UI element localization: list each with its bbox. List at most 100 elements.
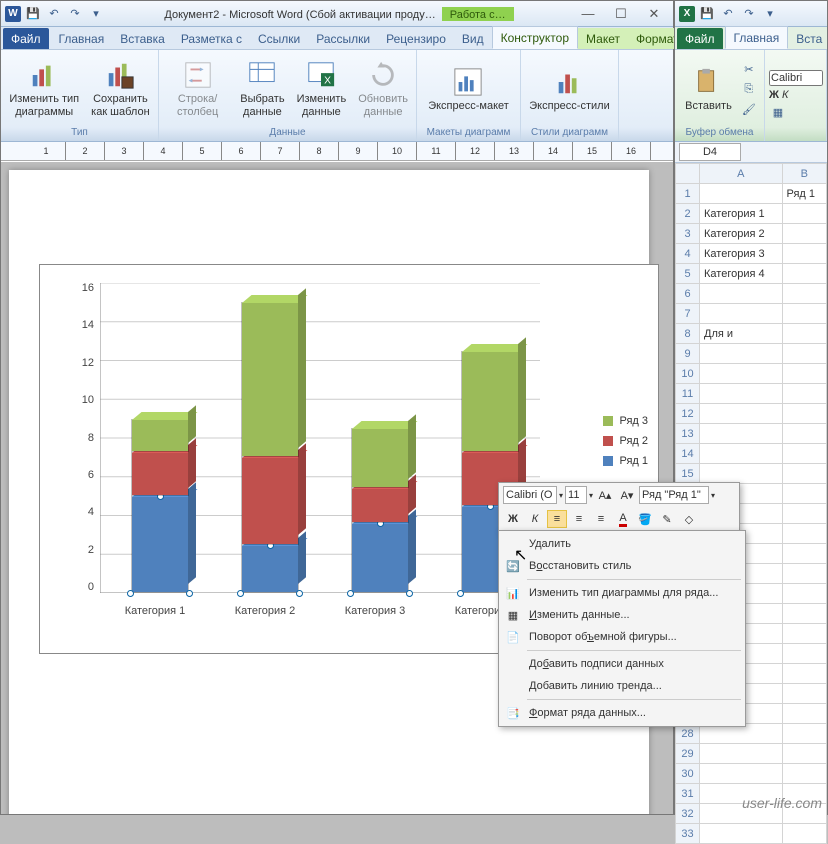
row-header[interactable]: 11 — [676, 384, 700, 404]
col-B[interactable]: B — [782, 164, 827, 184]
row-header[interactable]: 8 — [676, 324, 700, 344]
cell[interactable] — [782, 424, 827, 444]
cell[interactable] — [782, 404, 827, 424]
name-box[interactable] — [679, 143, 741, 161]
paste-button[interactable]: Вставить — [681, 64, 736, 115]
cut-icon[interactable]: ✂ — [740, 60, 758, 78]
bold-button[interactable]: Ж — [503, 510, 523, 528]
cell[interactable] — [782, 524, 827, 544]
format-painter-icon[interactable]: 🖌 — [740, 100, 758, 118]
tab-layout[interactable]: Макет — [578, 28, 628, 49]
row-header[interactable]: 4 — [676, 244, 700, 264]
cell[interactable] — [782, 284, 827, 304]
cell[interactable] — [782, 304, 827, 324]
align-left-icon[interactable]: ≡ — [547, 510, 567, 528]
cell[interactable] — [782, 724, 827, 744]
cell[interactable] — [782, 704, 827, 724]
quick-styles-button[interactable]: Экспресс-стили — [525, 64, 613, 115]
minimize-button[interactable]: — — [573, 4, 603, 24]
row-header[interactable]: 6 — [676, 284, 700, 304]
excel-tab-insert[interactable]: Вста — [788, 28, 828, 49]
cell[interactable] — [782, 604, 827, 624]
horizontal-ruler[interactable]: 12345678910111213141516 — [1, 142, 673, 161]
copy-icon[interactable]: ⎘ — [740, 80, 758, 98]
cell[interactable] — [700, 824, 783, 844]
tab-insert[interactable]: Вставка — [112, 28, 173, 49]
cell[interactable]: Для и — [700, 324, 783, 344]
row-header[interactable]: 9 — [676, 344, 700, 364]
menu-3d-rotation[interactable]: 📄Поворот объемной фигуры... — [501, 626, 743, 648]
menu-change-type[interactable]: 📊Изменить тип диаграммы для ряда... — [501, 582, 743, 604]
row-header[interactable]: 30 — [676, 764, 700, 784]
italic-icon[interactable]: К — [782, 89, 788, 101]
row-header[interactable]: 32 — [676, 804, 700, 824]
cell[interactable] — [782, 564, 827, 584]
cell[interactable] — [782, 464, 827, 484]
cell[interactable] — [700, 364, 783, 384]
row-header[interactable]: 12 — [676, 404, 700, 424]
qat-dropdown-icon[interactable]: ▾ — [87, 5, 105, 23]
cell[interactable] — [700, 764, 783, 784]
cell[interactable] — [700, 184, 783, 204]
plot-area[interactable]: 0246810121416 Категория 1Категория 2Кате… — [100, 283, 540, 593]
tab-mailings[interactable]: Рассылки — [308, 28, 378, 49]
row-header[interactable]: 1 — [676, 184, 700, 204]
cell[interactable] — [782, 324, 827, 344]
row-header[interactable]: 5 — [676, 264, 700, 284]
menu-delete[interactable]: Удалить — [501, 533, 743, 555]
select-data-button[interactable]: Выбрать данные — [236, 57, 288, 120]
excel-save-icon[interactable]: 💾 — [698, 5, 716, 23]
row-header[interactable]: 2 — [676, 204, 700, 224]
row-header[interactable]: 13 — [676, 424, 700, 444]
cell[interactable] — [700, 284, 783, 304]
switch-row-column-button[interactable]: Строка/столбец — [163, 57, 232, 120]
cell[interactable]: Категория 3 — [700, 244, 783, 264]
menu-add-labels[interactable]: Добавить подписи данных — [501, 653, 743, 675]
tab-design[interactable]: Конструктор — [492, 26, 578, 49]
tab-file[interactable]: Файл — [3, 28, 49, 49]
redo-icon[interactable]: ↷ — [66, 5, 84, 23]
menu-edit-data[interactable]: ▦Изменить данные... — [501, 604, 743, 626]
cell[interactable] — [782, 824, 827, 844]
cell[interactable] — [782, 544, 827, 564]
row-header[interactable]: 14 — [676, 444, 700, 464]
cell[interactable] — [700, 444, 783, 464]
clear-icon[interactable]: ◇ — [679, 510, 699, 528]
italic-button[interactable]: К — [525, 510, 545, 528]
cell[interactable] — [782, 244, 827, 264]
bold-icon[interactable]: Ж — [769, 89, 779, 101]
cell[interactable]: Категория 2 — [700, 224, 783, 244]
tab-page-layout[interactable]: Разметка с — [173, 28, 250, 49]
series-select[interactable] — [639, 486, 709, 504]
cell[interactable] — [700, 344, 783, 364]
outline-icon[interactable]: ✎ — [657, 510, 677, 528]
row-header[interactable]: 31 — [676, 784, 700, 804]
quick-layout-button[interactable]: Экспресс-макет — [424, 64, 513, 115]
select-all[interactable] — [676, 164, 700, 184]
cell[interactable] — [782, 344, 827, 364]
font-color-icon[interactable]: A — [613, 510, 633, 528]
row-header[interactable]: 29 — [676, 744, 700, 764]
save-icon[interactable]: 💾 — [24, 5, 42, 23]
cell[interactable] — [782, 224, 827, 244]
cell[interactable] — [782, 584, 827, 604]
mini-font-select[interactable] — [503, 486, 557, 504]
cell[interactable] — [782, 644, 827, 664]
row-header[interactable]: 7 — [676, 304, 700, 324]
border-icon[interactable]: ▦ — [769, 104, 787, 122]
edit-data-button[interactable]: XИзменить данные — [293, 57, 351, 120]
menu-format-series[interactable]: 📑Формат ряда данных... — [501, 702, 743, 724]
cell[interactable] — [782, 744, 827, 764]
excel-redo-icon[interactable]: ↷ — [740, 5, 758, 23]
mini-size-select[interactable] — [565, 486, 587, 504]
cell[interactable] — [700, 464, 783, 484]
cell[interactable] — [782, 504, 827, 524]
change-chart-type-button[interactable]: Изменить тип диаграммы — [5, 57, 83, 120]
cell[interactable] — [782, 204, 827, 224]
cell[interactable] — [782, 664, 827, 684]
cell[interactable] — [700, 424, 783, 444]
tab-references[interactable]: Ссылки — [250, 28, 308, 49]
col-A[interactable]: A — [700, 164, 783, 184]
save-as-template-button[interactable]: Сохранить как шаблон — [87, 57, 154, 120]
cell[interactable] — [782, 484, 827, 504]
